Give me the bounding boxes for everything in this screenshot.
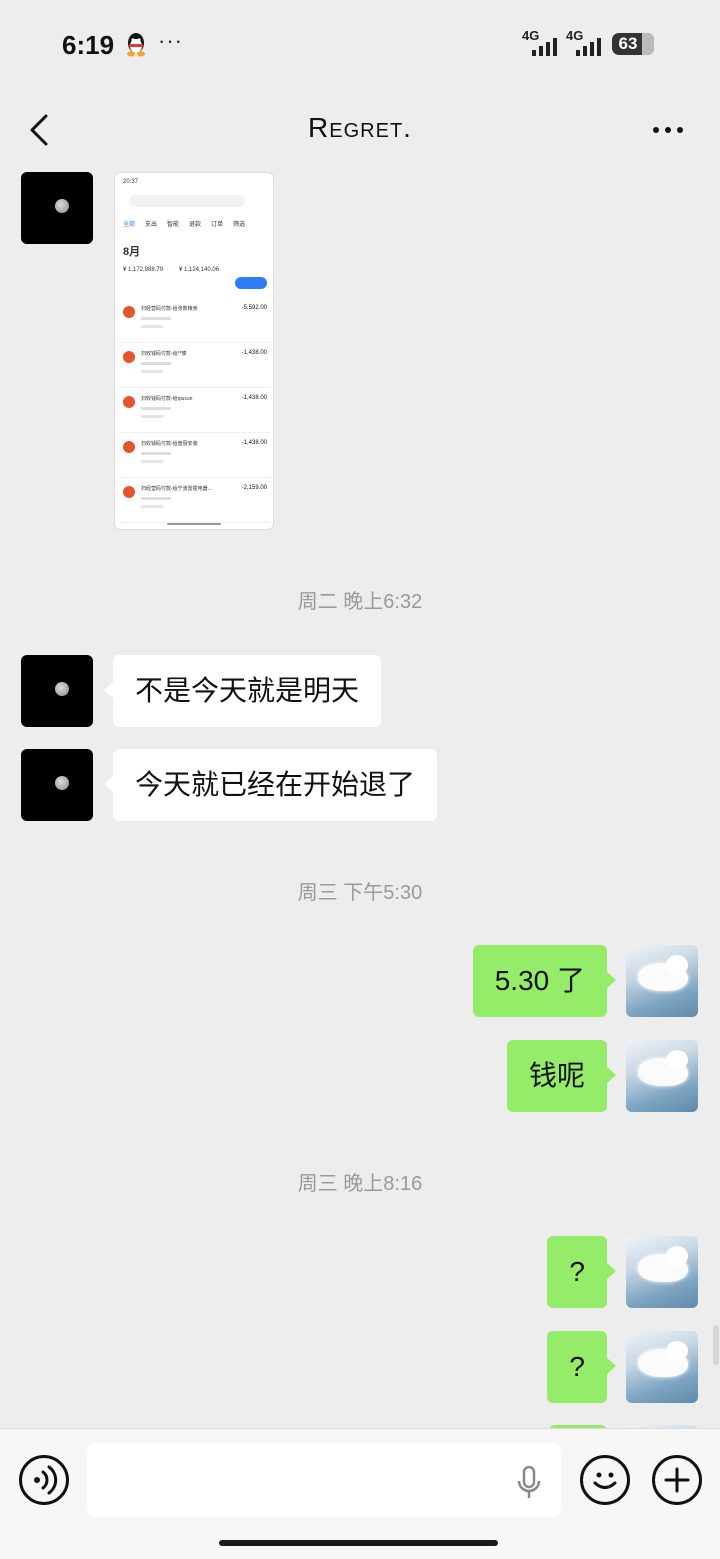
thumb-button	[235, 277, 267, 289]
battery-icon: 63	[612, 33, 654, 55]
status-time: 6:19	[62, 30, 115, 60]
home-indicator[interactable]	[219, 1540, 498, 1546]
thumb-row: 扫收钱码付款-给qiuxun -1,438.00	[121, 393, 271, 433]
more-features-button[interactable]	[652, 1455, 702, 1505]
input-bar	[0, 1428, 720, 1559]
thumb-row: 扫经营码付款-给张数粮食 -5,592.00	[121, 303, 271, 343]
signal-bars-icon	[532, 38, 557, 56]
moon-icon	[55, 199, 69, 213]
message-input[interactable]	[87, 1443, 561, 1517]
thumb-row: 扫经营码付款-给宁波雷霆电器... -2,159.00	[121, 483, 271, 523]
scrollbar[interactable]	[713, 1325, 719, 1365]
timestamp: 周三 晚上8:16	[297, 1173, 423, 1195]
my-avatar[interactable]	[626, 1331, 698, 1403]
moon-icon	[55, 682, 69, 696]
emoji-icon	[593, 1472, 617, 1489]
message-bubble-sent[interactable]: 5.30 了	[472, 945, 617, 1017]
chat-title: Regret.	[308, 112, 412, 143]
contact-avatar[interactable]	[21, 172, 93, 244]
contact-avatar[interactable]	[21, 655, 93, 727]
image-message[interactable]: 20:37 全部 支出 智能 退款 订单 筛选 8月 ¥ 1,172,988.79 ¥ 1…	[114, 172, 274, 530]
message-bubble-received[interactable]: 不是今天就是明天	[103, 655, 382, 727]
voice-toggle-button[interactable]	[19, 1455, 69, 1505]
thumb-row: 扫收钱码付款-给**慷 -1,438.00	[121, 348, 271, 388]
battery-level: 63	[618, 34, 638, 53]
message-bubble-received[interactable]: 今天就已经在开始退了	[103, 749, 438, 821]
microphone-icon[interactable]	[516, 1466, 542, 1500]
signal-bars-icon	[576, 38, 601, 56]
more-options-icon[interactable]	[648, 120, 688, 140]
timestamp: 周二 晚上6:32	[297, 591, 423, 613]
thumb-tabs: 全部 支出 智能 退款 订单 筛选	[123, 222, 246, 228]
my-avatar[interactable]	[626, 1040, 698, 1112]
thumb-search-bar	[129, 195, 245, 207]
message-bubble-sent[interactable]: 钱呢	[506, 1040, 617, 1112]
notification-more-icon: ···	[158, 28, 183, 53]
moon-icon	[55, 776, 69, 790]
message-bubble-sent[interactable]: ?	[547, 1236, 616, 1308]
emoji-button[interactable]	[580, 1455, 630, 1505]
qq-icon	[127, 33, 145, 57]
voice-icon	[34, 1465, 58, 1495]
my-avatar[interactable]	[626, 945, 698, 1017]
contact-avatar[interactable]	[21, 749, 93, 821]
timestamp: 周三 下午5:30	[297, 882, 423, 904]
chat-header: Regret.	[0, 90, 720, 170]
message-bubble-sent[interactable]: ?	[547, 1331, 616, 1403]
message-list[interactable]: 20:37 全部 支出 智能 退款 订单 筛选 8月 ¥ 1,172,988.79 ¥ 1…	[0, 170, 720, 1428]
status-bar: 6:19 ··· 4G 4G 63	[0, 0, 720, 90]
my-avatar[interactable]	[626, 1236, 698, 1308]
plus-icon	[664, 1467, 690, 1493]
thumb-row: 扫收钱码付款-给盘厨安装 -1,438.00	[121, 438, 271, 478]
